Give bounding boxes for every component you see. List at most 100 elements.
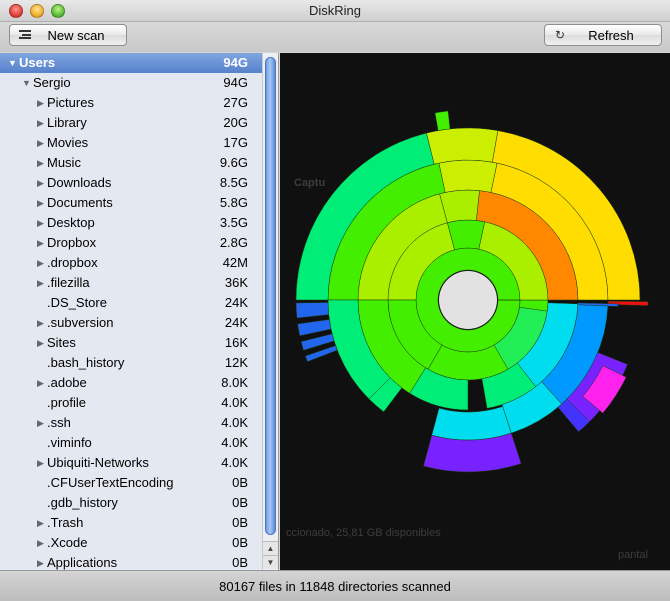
disclosure-right-icon[interactable]: ▶ [37,233,44,253]
tree-row-name: .adobe [47,375,87,390]
tree-row-size: 24K [224,315,248,330]
tree-row[interactable]: .viminfo 4.0K [0,433,278,453]
tree-row-size: 4.0K [221,395,248,410]
tree-row[interactable]: .bash_history 12K [0,353,278,373]
tree-row[interactable]: ▶ Pictures 27G [0,93,278,113]
disk-ring-view[interactable]: Captu ccionado, 25,81 GB disponibles pan… [280,53,670,570]
zoom-window-icon[interactable] [51,4,65,18]
tree-row[interactable]: ▶ Downloads 8.5G [0,173,278,193]
tree-row[interactable]: .CFUserTextEncoding 0B [0,473,278,493]
tree-row-size: 4.0K [221,435,248,450]
disclosure-right-icon[interactable]: ▶ [37,313,44,333]
tree-row-size: 0B [232,555,248,570]
ring-segment[interactable] [434,110,451,131]
disclosure-right-icon[interactable]: ▶ [37,133,44,153]
tree-row-name: .Xcode [47,535,88,550]
scroll-thumb[interactable] [265,57,276,535]
toolbar: New scan ↻ Refresh [0,22,670,52]
tree-row[interactable]: ▶ Applications 0B [0,553,278,570]
tree-row[interactable]: .gdb_history 0B [0,493,278,513]
window-title: DiskRing [308,3,361,18]
disclosure-right-icon[interactable]: ▶ [37,93,44,113]
tree-row-name: Music [47,155,81,170]
refresh-icon: ↻ [554,28,566,42]
tree-row-name: Ubiquiti-Networks [47,455,149,470]
disclosure-right-icon[interactable]: ▶ [37,333,44,353]
tree-row[interactable]: .profile 4.0K [0,393,278,413]
tree-row-name: Applications [47,555,118,570]
ring-segment[interactable] [297,319,332,337]
tree-row[interactable]: ▶ Desktop 3.5G [0,213,278,233]
tree-row[interactable]: .DS_Store 24K [0,293,278,313]
tree-row-size: 0B [232,535,248,550]
tree-row-size: 8.0K [221,375,248,390]
tree-row[interactable]: ▶ .dropbox 42M [0,253,278,273]
refresh-label: Refresh [588,27,634,43]
tree-row[interactable]: ▶ Library 20G [0,113,278,133]
tree-children: ▶ Pictures 27G ▶ Library 20G ▶ Movies 17G ▶ Music 9… [0,93,278,570]
tree-row-size: 9.6G [219,155,248,170]
tree-row[interactable]: ▶ Sites 16K [0,333,278,353]
tree-row-name: Users [19,55,56,70]
tree-row-name: Pictures [47,95,94,110]
tree-row-size: 5.8G [219,195,248,210]
tree-row-name: .Trash [47,515,84,530]
tree-row[interactable]: ▶ .adobe 8.0K [0,373,278,393]
refresh-button[interactable]: ↻ Refresh [544,24,662,46]
disclosure-right-icon[interactable]: ▶ [37,213,44,233]
disclosure-right-icon[interactable]: ▶ [37,113,44,133]
tree-row-name: .viminfo [47,435,92,450]
tree-row[interactable]: ▶ .ssh 4.0K [0,413,278,433]
folder-tree: ▼ Users 94G ▼ Sergio 94G ▶ Pictures 27G ▶ Li… [0,53,279,570]
tree-row[interactable]: ▶ Documents 5.8G [0,193,278,213]
tree-row-name: .ssh [47,415,71,430]
tree-row[interactable]: ▶ .filezilla 36K [0,273,278,293]
tree-row-size: 0B [232,475,248,490]
new-scan-button[interactable]: New scan [9,24,127,46]
disclosure-right-icon[interactable]: ▶ [37,453,44,473]
tree-row-size: 16K [224,335,248,350]
disclosure-right-icon[interactable]: ▶ [37,173,44,193]
tree-row[interactable]: ▶ .Trash 0B [0,513,278,533]
disclosure-down-icon[interactable]: ▼ [22,73,31,93]
disclosure-right-icon[interactable]: ▶ [37,413,44,433]
tree-row[interactable]: ▶ Music 9.6G [0,153,278,173]
disclosure-right-icon[interactable]: ▶ [37,253,44,273]
tree-row-size: 17G [223,135,248,150]
tree-row-name: Dropbox [47,235,97,250]
scroll-up-icon[interactable]: ▲ [263,541,278,555]
close-window-icon[interactable] [9,4,23,18]
new-scan-label: New scan [47,27,105,43]
sunburst-chart[interactable] [280,53,670,570]
disclosure-right-icon[interactable]: ▶ [37,193,44,213]
tree-row-size: 0B [232,495,248,510]
tree-row[interactable]: ▶ .Xcode 0B [0,533,278,553]
tree-row-user[interactable]: ▼ Sergio 94G [0,73,278,93]
tree-row-size: 8.5G [219,175,248,190]
ring-segment[interactable] [426,127,499,165]
disclosure-right-icon[interactable]: ▶ [37,273,44,293]
tree-row-name: .bash_history [47,355,125,370]
disclosure-right-icon[interactable]: ▶ [37,153,44,173]
title-bar: DiskRing [0,0,670,22]
ring-segment[interactable] [431,406,512,441]
ring-segment[interactable] [295,302,330,319]
scroll-down-icon[interactable]: ▼ [263,555,278,569]
disclosure-right-icon[interactable]: ▶ [37,533,44,553]
minimize-window-icon[interactable] [30,4,44,18]
disclosure-right-icon[interactable]: ▶ [37,373,44,393]
tree-row-size: 4.0K [221,455,248,470]
disclosure-right-icon[interactable]: ▶ [37,553,44,570]
disclosure-down-icon[interactable]: ▼ [8,53,17,73]
ring-center[interactable] [439,271,497,329]
disclosure-right-icon[interactable]: ▶ [37,513,44,533]
ring-segment[interactable] [438,159,498,193]
tree-row[interactable]: ▶ Ubiquiti-Networks 4.0K [0,453,278,473]
tree-scrollbar[interactable]: ▲ ▼ [262,53,278,570]
tree-row[interactable]: ▶ Movies 17G [0,133,278,153]
tree-row-size: 20G [223,115,248,130]
tree-row[interactable]: ▶ .subversion 24K [0,313,278,333]
tree-row-root[interactable]: ▼ Users 94G [0,53,278,73]
status-text: 80167 files in 11848 directories scanned [219,579,451,594]
tree-row[interactable]: ▶ Dropbox 2.8G [0,233,278,253]
